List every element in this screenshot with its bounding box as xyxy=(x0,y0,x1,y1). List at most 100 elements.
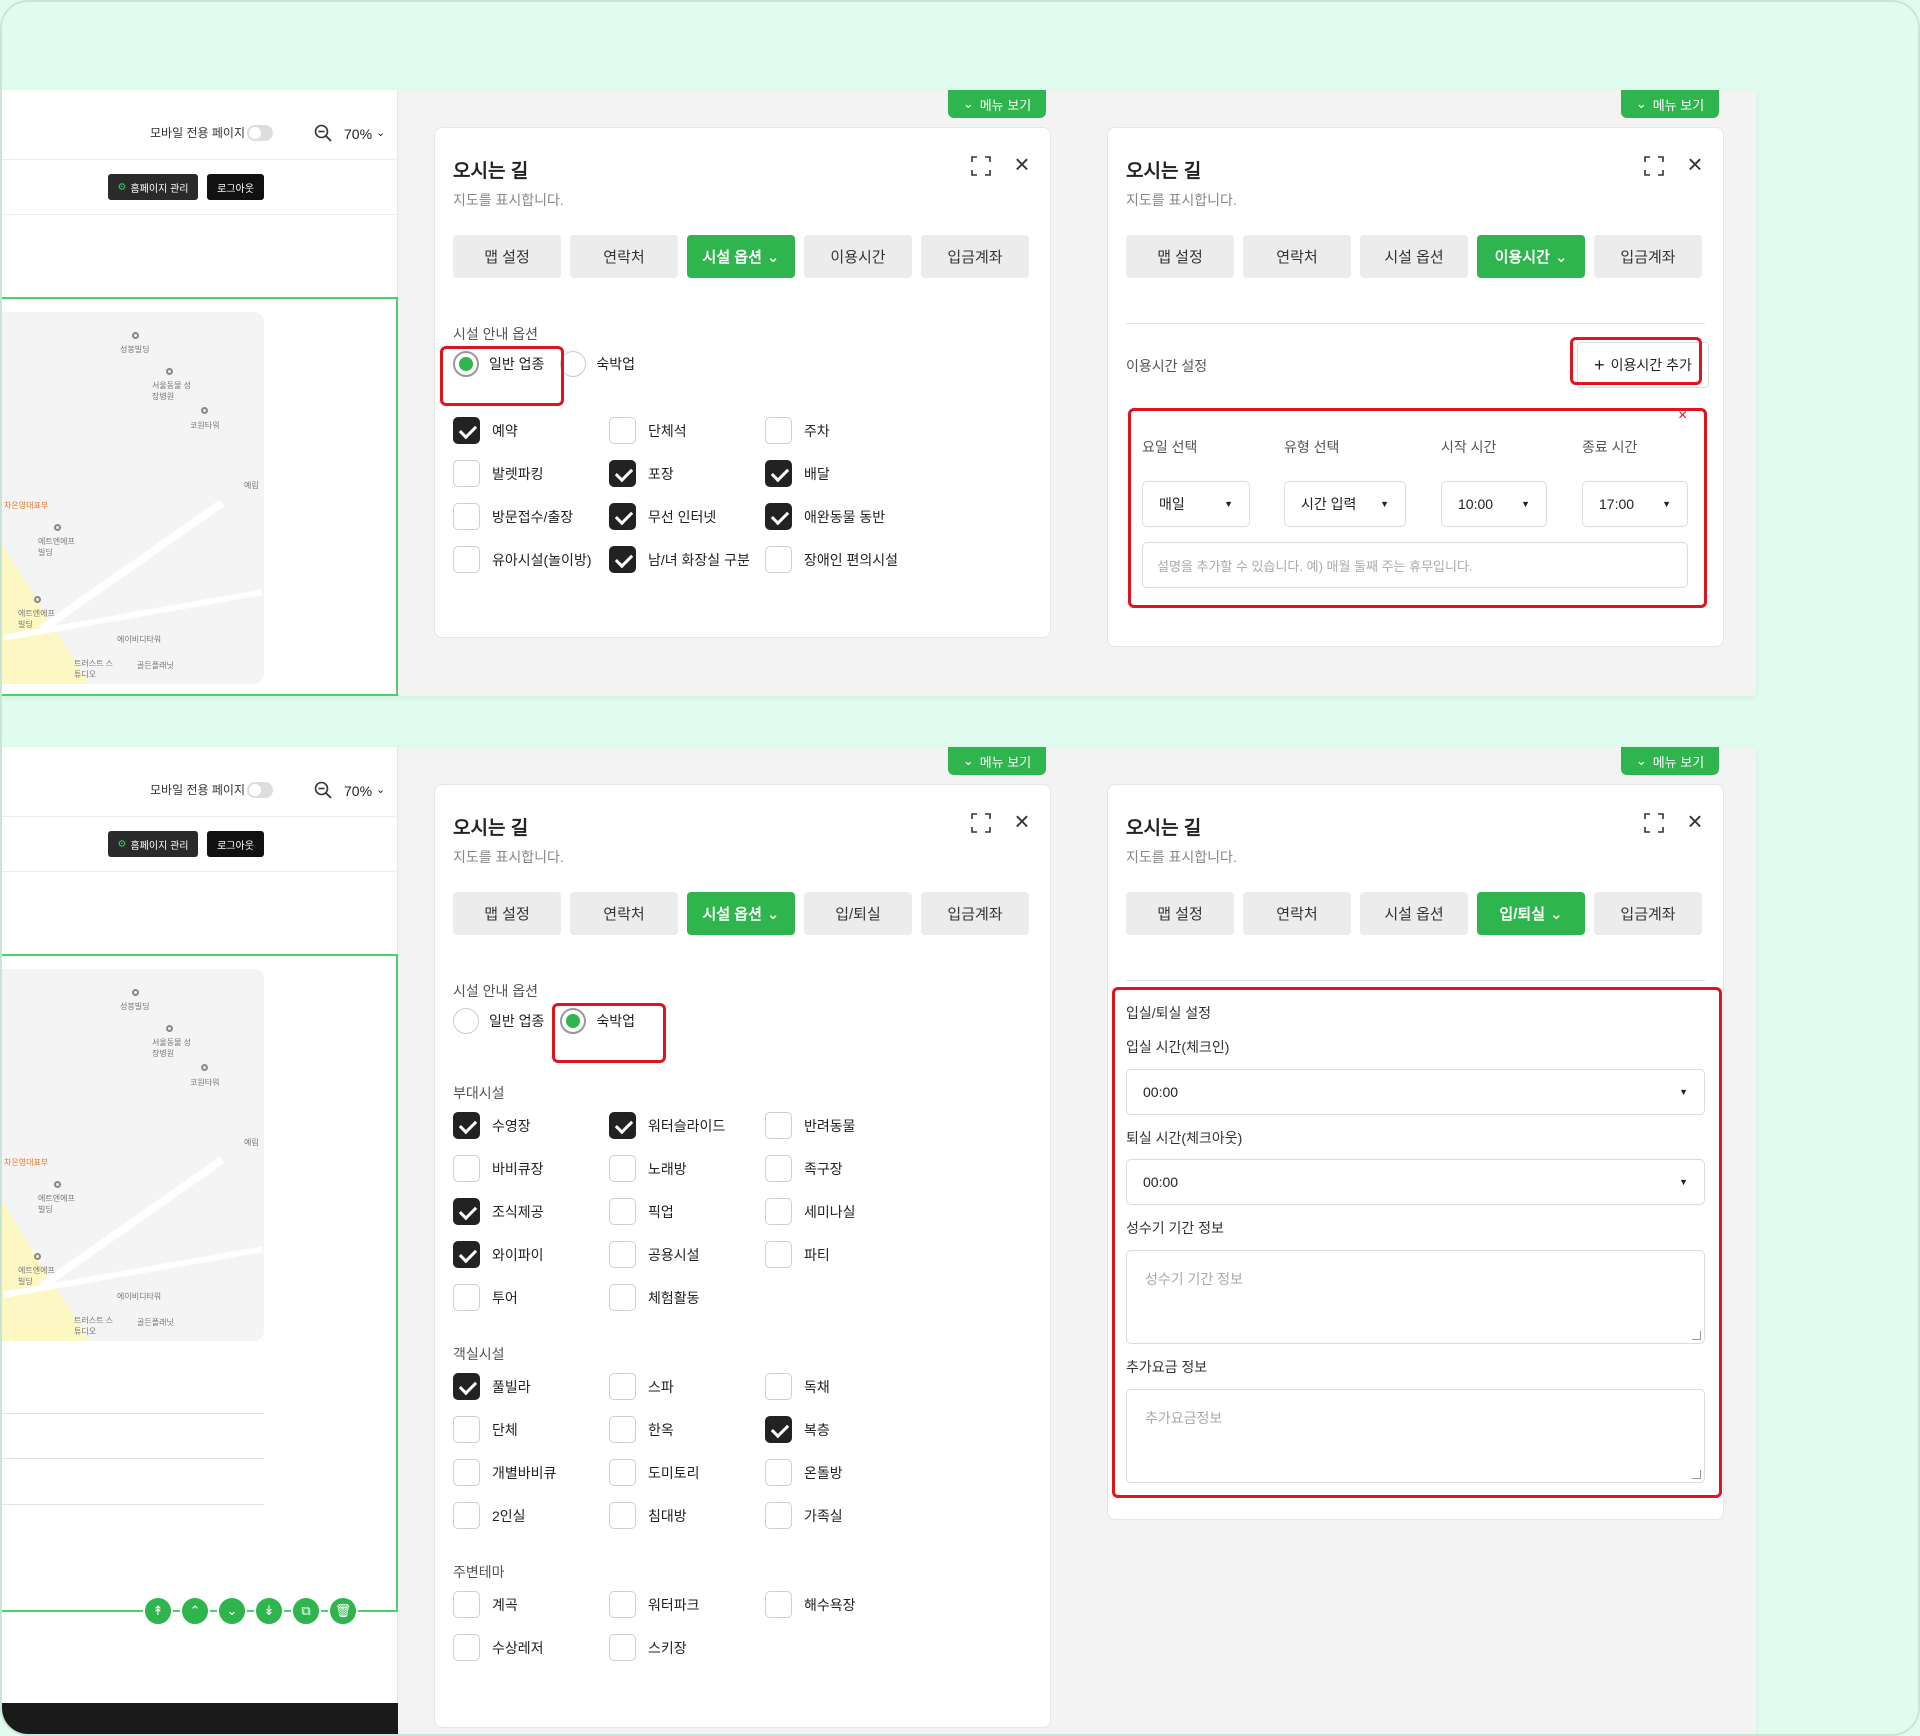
checkbox-item[interactable]: 바비큐장 xyxy=(453,1155,609,1182)
tab-facility-options[interactable]: 시설 옵션 ⌄ xyxy=(687,235,795,278)
checkbox-item[interactable]: 파티 xyxy=(765,1241,921,1268)
checkbox-item[interactable]: 주차 xyxy=(765,417,921,444)
checkbox-unchecked[interactable] xyxy=(609,1155,636,1182)
tab-bank-account[interactable]: 입금계좌 xyxy=(1594,235,1702,278)
checkbox-checked[interactable] xyxy=(765,1416,792,1443)
checkbox-unchecked[interactable] xyxy=(453,1284,480,1311)
checkbox-unchecked[interactable] xyxy=(609,1198,636,1225)
logout-button[interactable]: 로그아웃 xyxy=(207,831,264,857)
menu-view-tab[interactable]: ⌄ 메뉴 보기 xyxy=(1621,747,1719,775)
checkbox-unchecked[interactable] xyxy=(609,1459,636,1486)
checkbox-item[interactable]: 개별바비큐 xyxy=(453,1459,609,1486)
checkbox-unchecked[interactable] xyxy=(453,503,480,530)
logout-button[interactable]: 로그아웃 xyxy=(207,174,264,200)
radio-general-business[interactable]: 일반 업종 xyxy=(453,1008,544,1034)
checkbox-item[interactable]: 해수욕장 xyxy=(765,1591,921,1618)
homepage-manage-button[interactable]: ⚙ 홈페이지 관리 xyxy=(108,174,198,200)
checkbox-unchecked[interactable] xyxy=(609,1284,636,1311)
tab-contact[interactable]: 연락처 xyxy=(1243,235,1351,278)
radio-button[interactable] xyxy=(560,351,587,377)
checkbox-unchecked[interactable] xyxy=(453,1591,480,1618)
checkbox-item[interactable]: 조식제공 xyxy=(453,1198,609,1225)
checkbox-item[interactable]: 수상레저 xyxy=(453,1634,609,1661)
mobile-only-toggle[interactable] xyxy=(247,125,273,141)
checkbox-checked[interactable] xyxy=(609,460,636,487)
tab-contact[interactable]: 연락처 xyxy=(570,892,678,935)
chevron-down-icon[interactable]: ⌄ xyxy=(376,783,385,796)
expand-icon[interactable] xyxy=(1644,156,1664,176)
tab-checkin-checkout[interactable]: 입/퇴실 xyxy=(804,892,912,935)
homepage-manage-button[interactable]: ⚙ 홈페이지 관리 xyxy=(108,831,198,857)
close-icon[interactable]: × xyxy=(1684,808,1706,834)
checkbox-item[interactable]: 단체석 xyxy=(609,417,765,444)
tab-checkin-checkout[interactable]: 입/퇴실 ⌄ xyxy=(1477,892,1585,935)
checkbox-unchecked[interactable] xyxy=(765,1112,792,1139)
checkbox-checked[interactable] xyxy=(453,1198,480,1225)
checkbox-unchecked[interactable] xyxy=(609,1416,636,1443)
close-icon[interactable]: × xyxy=(1684,151,1706,177)
menu-view-tab[interactable]: ⌄ 메뉴 보기 xyxy=(1621,90,1719,118)
checkbox-item[interactable]: 족구장 xyxy=(765,1155,921,1182)
checkbox-checked[interactable] xyxy=(609,546,636,573)
checkbox-item[interactable]: 가족실 xyxy=(765,1502,921,1529)
checkbox-checked[interactable] xyxy=(453,1373,480,1400)
checkbox-item[interactable]: 방문접수/출장 xyxy=(453,503,609,530)
menu-view-tab[interactable]: ⌄ 메뉴 보기 xyxy=(948,747,1046,775)
checkbox-item[interactable]: 발렛파킹 xyxy=(453,460,609,487)
checkbox-unchecked[interactable] xyxy=(609,1373,636,1400)
tab-map-settings[interactable]: 맵 설정 xyxy=(1126,892,1234,935)
radio-lodging[interactable]: 숙박업 xyxy=(560,351,635,377)
checkbox-item[interactable]: 예약 xyxy=(453,417,609,444)
checkbox-unchecked[interactable] xyxy=(453,1502,480,1529)
checkbox-item[interactable]: 체험활동 xyxy=(609,1284,765,1311)
checkbox-unchecked[interactable] xyxy=(453,460,480,487)
checkbox-item[interactable]: 한옥 xyxy=(609,1416,765,1443)
checkbox-item[interactable]: 픽업 xyxy=(609,1198,765,1225)
checkbox-unchecked[interactable] xyxy=(609,1502,636,1529)
copy-icon[interactable]: ⧉ xyxy=(291,1596,321,1626)
checkbox-item[interactable]: 워터파크 xyxy=(609,1591,765,1618)
zoom-out-icon[interactable] xyxy=(314,781,332,799)
checkbox-item[interactable]: 와이파이 xyxy=(453,1241,609,1268)
checkbox-item[interactable]: 2인실 xyxy=(453,1502,609,1529)
checkbox-item[interactable]: 장애인 편의시설 xyxy=(765,546,921,573)
checkbox-checked[interactable] xyxy=(765,460,792,487)
expand-icon[interactable] xyxy=(1644,813,1664,833)
expand-icon[interactable] xyxy=(971,156,991,176)
checkbox-unchecked[interactable] xyxy=(765,1502,792,1529)
zoom-out-icon[interactable] xyxy=(314,124,332,142)
checkbox-item[interactable]: 독채 xyxy=(765,1373,921,1400)
checkbox-item[interactable]: 도미토리 xyxy=(609,1459,765,1486)
move-top-icon[interactable]: ↟ xyxy=(143,1596,173,1626)
checkbox-unchecked[interactable] xyxy=(765,1241,792,1268)
tab-contact[interactable]: 연락처 xyxy=(1243,892,1351,935)
checkbox-unchecked[interactable] xyxy=(453,1155,480,1182)
tab-contact[interactable]: 연락처 xyxy=(570,235,678,278)
checkbox-item[interactable]: 단체 xyxy=(453,1416,609,1443)
tab-bank-account[interactable]: 입금계좌 xyxy=(921,892,1029,935)
checkbox-unchecked[interactable] xyxy=(453,1459,480,1486)
checkbox-unchecked[interactable] xyxy=(609,417,636,444)
checkbox-item[interactable]: 복층 xyxy=(765,1416,921,1443)
checkbox-unchecked[interactable] xyxy=(765,1155,792,1182)
radio-button[interactable] xyxy=(453,1008,479,1034)
checkbox-item[interactable]: 워터슬라이드 xyxy=(609,1112,765,1139)
move-down-icon[interactable]: ⌄ xyxy=(217,1596,247,1626)
checkbox-item[interactable]: 수영장 xyxy=(453,1112,609,1139)
checkbox-item[interactable]: 포장 xyxy=(609,460,765,487)
checkbox-checked[interactable] xyxy=(765,503,792,530)
checkbox-item[interactable]: 투어 xyxy=(453,1284,609,1311)
tab-hours[interactable]: 이용시간 ⌄ xyxy=(1477,235,1585,278)
checkbox-checked[interactable] xyxy=(609,503,636,530)
checkbox-unchecked[interactable] xyxy=(765,1459,792,1486)
checkbox-item[interactable]: 계곡 xyxy=(453,1591,609,1618)
checkbox-item[interactable]: 온돌방 xyxy=(765,1459,921,1486)
checkbox-unchecked[interactable] xyxy=(765,1198,792,1225)
checkbox-item[interactable]: 반려동물 xyxy=(765,1112,921,1139)
checkbox-item[interactable]: 세미나실 xyxy=(765,1198,921,1225)
chevron-down-icon[interactable]: ⌄ xyxy=(376,126,385,139)
move-up-icon[interactable]: ⌃ xyxy=(180,1596,210,1626)
mobile-only-toggle[interactable] xyxy=(247,782,273,798)
tab-map-settings[interactable]: 맵 설정 xyxy=(1126,235,1234,278)
tab-facility-options[interactable]: 시설 옵션 ⌄ xyxy=(687,892,795,935)
